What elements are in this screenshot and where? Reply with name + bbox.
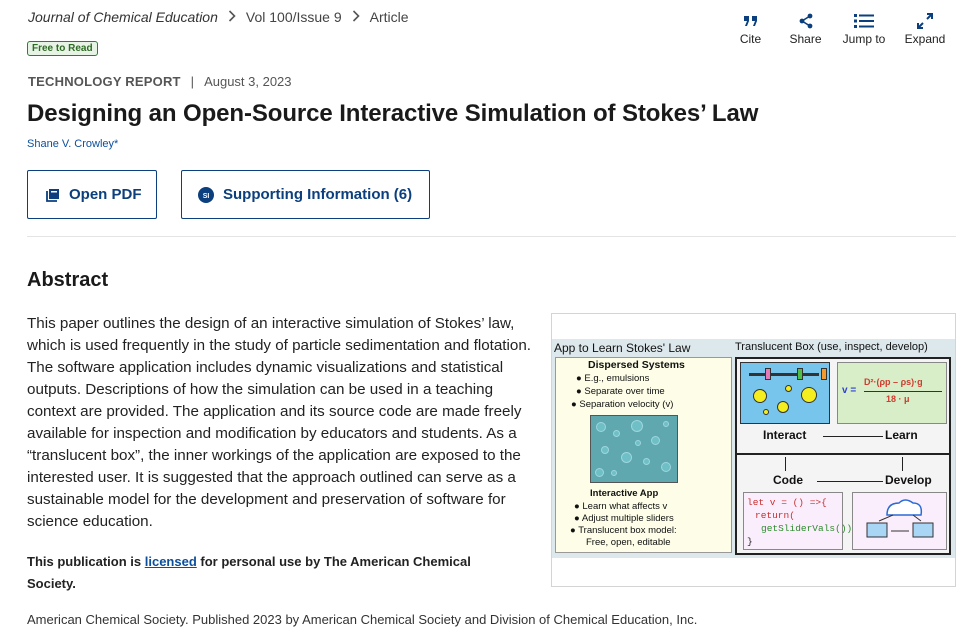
panel-divider <box>737 453 949 455</box>
article-meta: TECHNOLOGY REPORT | August 3, 2023 <box>28 74 292 89</box>
code-line: let v = () =>{ <box>747 497 827 508</box>
si-icon: SI <box>198 186 214 203</box>
breadcrumb-current: Article <box>369 9 409 25</box>
develop-illustration <box>852 492 947 550</box>
license-statement: This publication is licensed for persona… <box>27 551 497 595</box>
code-line: } <box>747 536 753 547</box>
code-label: Code <box>773 473 803 487</box>
app-item: ● Adjust multiple sliders <box>574 513 674 524</box>
app-item: ● Learn what affects v <box>574 501 668 512</box>
simulation-preview <box>740 362 830 424</box>
free-to-read-badge: Free to Read <box>27 41 98 56</box>
app-item: ● Translucent box model: <box>570 525 677 536</box>
breadcrumb: Journal of Chemical Education Vol 100/Is… <box>28 9 409 25</box>
abstract-heading: Abstract <box>27 269 109 291</box>
interact-label: Interact <box>763 428 807 442</box>
cite-button[interactable]: Cite <box>723 10 778 46</box>
code-snippet: let v = () =>{ return( getSliderVals()) … <box>743 492 853 550</box>
formula-lhs: v = <box>842 385 857 396</box>
learn-label: Learn <box>885 428 918 442</box>
share-label: Share <box>789 32 822 46</box>
breadcrumb-issue-link[interactable]: Vol 100/Issue 9 <box>246 9 342 25</box>
toc-left-heading: App to Learn Stokes' Law <box>554 341 691 355</box>
section-divider <box>27 236 956 237</box>
emulsion-micrograph <box>590 415 678 483</box>
chevron-right-icon <box>228 9 236 25</box>
copyright-notice: American Chemical Society. Published 202… <box>27 612 698 627</box>
stokes-formula: v = D²·(ρp – ρs)·g 18 · μ <box>837 362 947 424</box>
supporting-information-button[interactable]: SI Supporting Information (6) <box>181 170 430 219</box>
toc-right-panel: v = D²·(ρp – ρs)·g 18 · μ Interact Learn… <box>735 357 951 555</box>
dispersed-item: ● Separate over time <box>576 386 665 397</box>
dispersed-item: ● E.g., emulsions <box>576 373 650 384</box>
list-icon <box>854 10 874 32</box>
publication-date: August 3, 2023 <box>204 74 292 89</box>
open-pdf-button[interactable]: Open PDF <box>27 170 157 219</box>
dispersed-title: Dispersed Systems <box>588 359 685 371</box>
book-icon <box>46 188 60 202</box>
code-line: getSliderVals()) <box>761 523 853 534</box>
code-line: return( <box>755 510 795 521</box>
article-title: Designing an Open-Source Interactive Sim… <box>27 100 759 127</box>
develop-label: Develop <box>885 473 932 487</box>
open-pdf-label: Open PDF <box>69 186 142 203</box>
toc-graphic[interactable]: App to Learn Stokes' Law Translucent Box… <box>552 339 955 558</box>
jump-to-label: Jump to <box>842 32 886 46</box>
chevron-right-icon <box>352 9 360 25</box>
toc-right-heading: Translucent Box (use, inspect, develop) <box>735 341 928 353</box>
si-icon-text: SI <box>203 192 210 199</box>
expand-label: Expand <box>904 32 946 46</box>
formula-numerator: D²·(ρp – ρs)·g <box>864 377 923 387</box>
interactive-app-title: Interactive App <box>590 488 659 499</box>
dispersed-item: ● Separation velocity (v) <box>571 399 674 410</box>
jump-to-button[interactable]: Jump to <box>833 10 895 46</box>
article-toolbar: Cite Share Jump to Expand <box>723 10 955 46</box>
expand-button[interactable]: Expand <box>895 10 955 46</box>
breadcrumb-journal-link[interactable]: Journal of Chemical Education <box>28 9 218 25</box>
quote-icon <box>743 10 759 32</box>
formula-denominator: 18 · μ <box>886 394 910 404</box>
author-link[interactable]: Shane V. Crowley* <box>27 138 118 150</box>
share-button[interactable]: Share <box>778 10 833 46</box>
article-type: TECHNOLOGY REPORT <box>28 74 181 89</box>
abstract-body: This paper outlines the design of an int… <box>27 315 532 530</box>
app-item: Free, open, editable <box>586 537 671 548</box>
cite-label: Cite <box>739 32 762 46</box>
toc-left-panel: Dispersed Systems ● E.g., emulsions ● Se… <box>555 357 732 553</box>
meta-divider: | <box>190 74 195 89</box>
expand-icon <box>917 10 933 32</box>
license-prefix: This publication is <box>27 554 145 569</box>
share-icon <box>798 10 814 32</box>
supporting-information-label: Supporting Information (6) <box>223 186 413 203</box>
license-link[interactable]: licensed <box>145 554 197 569</box>
